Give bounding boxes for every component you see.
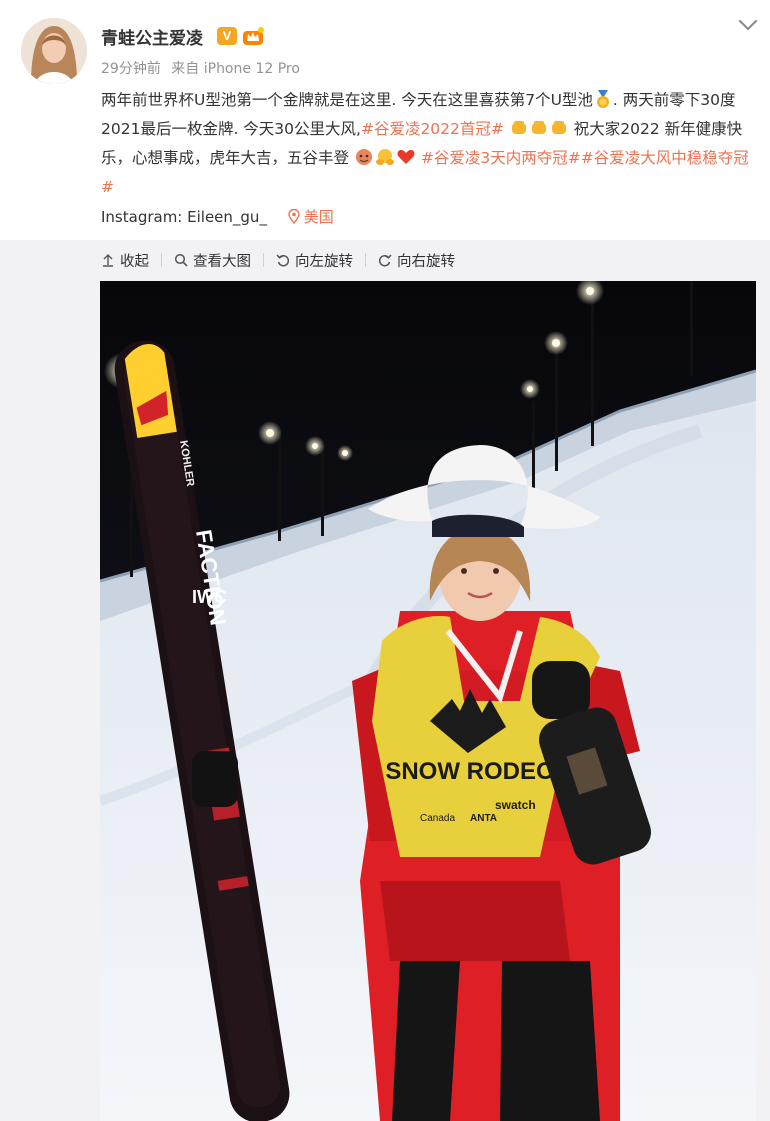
- fist-bump-icon: [511, 121, 526, 134]
- verified-badge: V: [217, 27, 237, 45]
- fist-bump-icon: [531, 121, 546, 134]
- bib-sponsor-text: swatch: [495, 798, 536, 812]
- collapse-label: 收起: [120, 253, 149, 270]
- search-icon: [174, 253, 188, 267]
- media-panel: 收起 查看大图 向左旋转 向右旋转 FACTION KOHLER IWC SNO…: [0, 240, 770, 1121]
- toolbar-divider: [263, 253, 264, 267]
- rotate-left-icon: [276, 254, 290, 267]
- location-label: 美国: [303, 208, 334, 226]
- toolbar-divider: [365, 253, 366, 267]
- post-timestamp[interactable]: 29分钟前: [101, 61, 161, 77]
- heart-icon: [397, 149, 415, 164]
- pin-icon: [288, 209, 300, 224]
- arrow-up-icon: [103, 254, 113, 267]
- bib-sponsor-text: Canada: [420, 813, 455, 824]
- post-meta: 29分钟前 来自 iPhone 12 Pro: [101, 58, 300, 78]
- fist-bump-icon: [551, 121, 566, 134]
- rotate-right-label: 向右旋转: [397, 253, 455, 270]
- avatar-image: [21, 18, 87, 84]
- post-source: 来自 iPhone 12 Pro: [171, 61, 300, 77]
- ski-iwc-text: IWC: [192, 587, 227, 607]
- toolbar-divider: [161, 253, 162, 267]
- hug-emoji-icon: [375, 149, 394, 165]
- rotate-right-icon: [378, 254, 392, 267]
- rotate-left-button[interactable]: 向左旋转: [276, 250, 353, 271]
- bib-sponsor-text: ANTA: [470, 813, 497, 824]
- medal-icon: [596, 90, 609, 108]
- avatar[interactable]: [21, 18, 87, 84]
- post-photo[interactable]: FACTION KOHLER IWC SNOW RODEO Canada ANT…: [100, 281, 756, 1121]
- tiger-emoji-icon: [355, 149, 372, 165]
- view-large-button[interactable]: 查看大图: [174, 250, 251, 271]
- rotate-right-button[interactable]: 向右旋转: [378, 250, 455, 271]
- post-content: 两年前世界杯U型池第一个金牌就是在这里. 今天在这里喜获第7个U型池. 两天前零…: [101, 86, 756, 202]
- location-link[interactable]: 美国: [288, 208, 334, 226]
- chevron-down-icon[interactable]: [737, 16, 759, 34]
- media-toolbar: 收起 查看大图 向左旋转 向右旋转: [101, 248, 455, 272]
- member-crown-icon: [243, 27, 264, 45]
- username[interactable]: 青蛙公主爱凌: [101, 24, 203, 49]
- photo-illustration: FACTION KOHLER IWC SNOW RODEO Canada ANT…: [100, 281, 756, 1121]
- post-header: 青蛙公主爱凌 V 29分钟前 来自 iPhone 12 Pro 两年前世界杯U型…: [0, 0, 770, 240]
- hashtag-link[interactable]: #谷爱凌3天内两夺冠#: [421, 149, 581, 167]
- bib-title-text: SNOW RODEO: [385, 758, 554, 785]
- post-text: 两年前世界杯U型池第一个金牌就是在这里. 今天在这里喜获第7个U型池: [101, 91, 593, 109]
- instagram-handle: Instagram: Eileen_gu_: [101, 208, 267, 226]
- view-large-label: 查看大图: [193, 253, 251, 270]
- instagram-source: Instagram: Eileen_gu_ 美国: [101, 206, 334, 227]
- collapse-button[interactable]: 收起: [101, 250, 149, 271]
- rotate-left-label: 向左旋转: [295, 253, 353, 270]
- hashtag-link[interactable]: #谷爱凌2022首冠#: [361, 120, 504, 138]
